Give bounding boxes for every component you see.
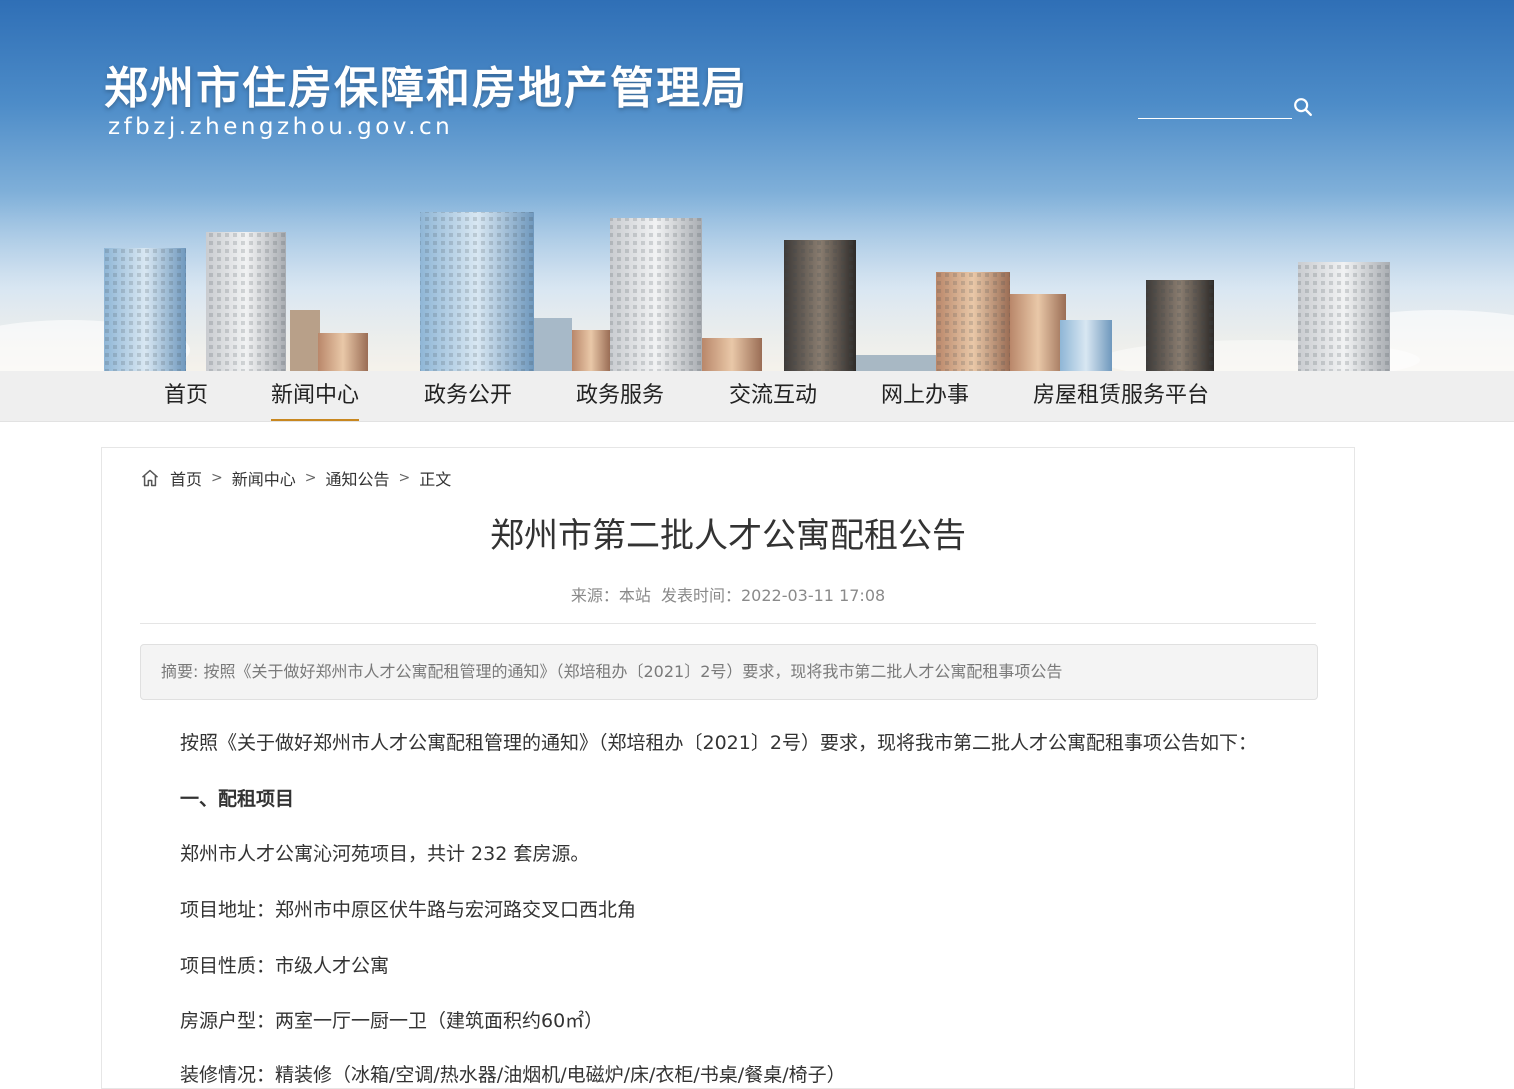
body-paragraph: 项目性质：市级人才公寓 [180, 955, 390, 977]
chevron-right-icon: > [398, 470, 411, 486]
article-meta: 来源：本站 发表时间：2022-03-11 17:08 [102, 582, 1354, 606]
nav-item-news-center[interactable]: 新闻中心 [271, 371, 360, 421]
article-container: 首页 > 新闻中心 > 通知公告 > 正文 郑州市第二批人才公寓配租公告 来源：… [101, 447, 1355, 1089]
nav-item-rental-platform[interactable]: 房屋租赁服务平台 [1033, 371, 1209, 421]
nav-item-home[interactable]: 首页 [164, 371, 208, 421]
section-heading: 一、配租项目 [180, 788, 295, 810]
body-paragraph: 项目地址：郑州市中原区伏牛路与宏河路交叉口西北角 [180, 899, 637, 921]
home-icon[interactable] [140, 468, 160, 488]
breadcrumb-home[interactable]: 首页 [170, 466, 202, 490]
header-banner: 郑州市住房保障和房地产管理局 zfbzj.zhengzhou.gov.cn [0, 0, 1514, 371]
article-summary: 摘要: 按照《关于做好郑州市人才公寓配租管理的通知》（郑培租办〔2021〕2号）… [140, 644, 1318, 700]
site-title: 郑州市住房保障和房地产管理局 [104, 63, 748, 114]
body-paragraph: 按照《关于做好郑州市人才公寓配租管理的通知》（郑培租办〔2021〕2号）要求，现… [180, 732, 1257, 754]
search-input[interactable] [1138, 90, 1292, 119]
chevron-right-icon: > [211, 470, 223, 486]
breadcrumb: 首页 > 新闻中心 > 通知公告 > 正文 [140, 466, 451, 490]
body-paragraph: 装修情况：精装修（冰箱/空调/热水器/油烟机/电磁炉/床/衣柜/书桌/餐桌/椅子… [180, 1064, 846, 1086]
article-title: 郑州市第二批人才公寓配租公告 [490, 516, 966, 556]
article-date: 发表时间：2022-03-11 17:08 [661, 586, 886, 605]
nav-item-interaction[interactable]: 交流互动 [729, 371, 817, 421]
nav-item-government-services[interactable]: 政务服务 [576, 371, 664, 421]
chevron-right-icon: > [304, 470, 317, 486]
body-paragraph: 房源户型：两室一厅一厨一卫（建筑面积约60㎡） [180, 1010, 604, 1032]
main-nav: 首页 新闻中心 政务公开 政务服务 交流互动 网上办事 房屋租赁服务平台 [0, 371, 1514, 422]
nav-item-online-services[interactable]: 网上办事 [881, 371, 969, 421]
search-icon[interactable] [1292, 96, 1314, 118]
body-paragraph: 郑州市人才公寓沁河苑项目，共计 232 套房源。 [180, 843, 590, 865]
breadcrumb-current: 正文 [419, 470, 452, 489]
breadcrumb-notices[interactable]: 通知公告 [326, 466, 390, 490]
nav-item-government-affairs[interactable]: 政务公开 [424, 371, 512, 421]
article-source: 来源：本站 [570, 586, 651, 605]
site-domain: zfbzj.zhengzhou.gov.cn [108, 114, 454, 140]
divider [140, 623, 1316, 624]
breadcrumb-news-center[interactable]: 新闻中心 [232, 466, 296, 490]
